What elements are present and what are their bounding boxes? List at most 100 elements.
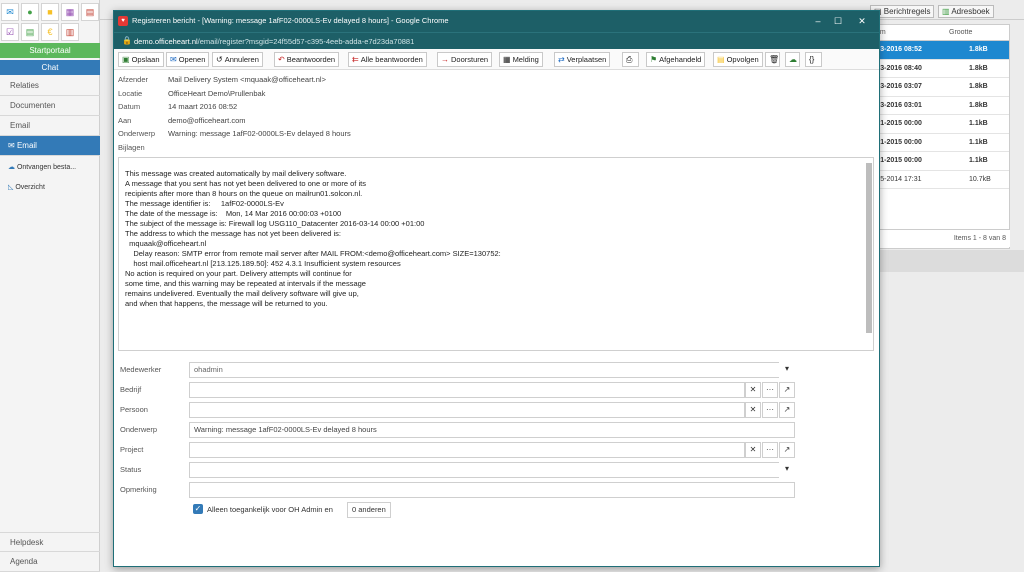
persoon-input[interactable]: [189, 402, 745, 418]
opslaan-button[interactable]: ▣ Opslaan: [118, 52, 164, 67]
clear-icon[interactable]: ✕: [745, 402, 761, 418]
message-body[interactable]: This message was created automatically b…: [118, 157, 874, 351]
more-icon[interactable]: ···: [762, 382, 778, 398]
column-size[interactable]: Grootte: [949, 29, 972, 36]
window-titlebar: ♥ Registreren bericht - [Warning: messag…: [114, 11, 879, 32]
verplaatsen-label: Verplaatsen: [566, 55, 607, 64]
openen-label: Openen: [178, 55, 206, 64]
task-icon[interactable]: ☑: [1, 23, 19, 41]
euro-icon[interactable]: €: [41, 23, 59, 41]
save-icon: ▣: [122, 55, 130, 64]
url-host: demo.officeheart.nl: [134, 37, 198, 46]
onderwerp-label: Onderwerp: [120, 425, 158, 434]
move-icon: ⇄: [558, 55, 565, 64]
nav-ontvangen[interactable]: ☁ Ontvangen besta...: [0, 158, 100, 178]
cloud-upload-button[interactable]: ☁: [785, 52, 800, 67]
afgehandeld-button[interactable]: ⚑ Afgehandeld: [646, 52, 706, 67]
forward-icon: →: [441, 55, 449, 64]
open-external-icon[interactable]: ↗: [779, 442, 795, 458]
chevron-down-icon[interactable]: ▾: [779, 462, 795, 478]
medewerker-select[interactable]: ohadmin: [189, 362, 795, 378]
nav-overzicht[interactable]: ◺ Overzicht: [0, 178, 100, 198]
clipboard-icon: ▤: [717, 55, 725, 64]
note-icon[interactable]: ■: [41, 3, 59, 21]
body-line: Delay reason: SMTP error from remote mai…: [125, 249, 501, 258]
header-aan: Aan demo@officeheart.com: [118, 114, 518, 128]
open-external-icon[interactable]: ↗: [779, 402, 795, 418]
table-row[interactable]: -03-2016 03:07 1.8kB: [871, 78, 1009, 97]
nav-email-section[interactable]: Email: [0, 116, 100, 136]
anderen-button[interactable]: 0 anderen: [347, 502, 391, 518]
nav-agenda[interactable]: Agenda: [0, 552, 100, 572]
table-row[interactable]: -01-2015 00:00 1.1kB: [871, 152, 1009, 171]
more-icon[interactable]: ···: [762, 402, 778, 418]
message-scrollbar[interactable]: [866, 163, 872, 333]
close-icon[interactable]: ✕: [854, 15, 870, 28]
header-value: demo@officeheart.com: [168, 115, 246, 125]
adresboek-button[interactable]: ▥ Adresboek: [938, 5, 994, 18]
url-text[interactable]: demo.officeheart.nl/email/register?msgid…: [134, 37, 414, 46]
more-icon[interactable]: ···: [762, 442, 778, 458]
project-input[interactable]: [189, 442, 745, 458]
nav-email-active[interactable]: ✉ Email: [0, 136, 100, 156]
body-line: recipients after more than 8 hours on th…: [125, 189, 363, 198]
body-line: The subject of the message is: Firewall …: [125, 219, 425, 228]
row-size: 1.8kB: [969, 46, 988, 53]
background-panel: [870, 250, 1024, 272]
nav-helpdesk[interactable]: Helpdesk: [0, 532, 100, 552]
clear-icon[interactable]: ✕: [745, 442, 761, 458]
beantwoorden-button[interactable]: ↶ Beantwoorden: [274, 52, 340, 67]
table-row[interactable]: -03-2016 08:40 1.8kB: [871, 60, 1009, 78]
window-title: Registreren bericht - [Warning: message …: [132, 16, 449, 25]
calendar-icon[interactable]: ▦: [61, 3, 79, 21]
address-bar[interactable]: 🔒 demo.officeheart.nl/email/register?msg…: [114, 32, 879, 49]
nav-documenten[interactable]: Documenten: [0, 96, 100, 116]
table-row[interactable]: -05-2014 17:31 10.7kB: [871, 171, 1009, 189]
document-icon[interactable]: ▤: [81, 3, 99, 21]
opmerking-label: Opmerking: [120, 485, 157, 494]
row-date: -03-2016 03:01: [874, 101, 922, 109]
body-line: some time, and this warning may be repea…: [125, 279, 366, 288]
melding-button[interactable]: ▦ Melding: [499, 52, 543, 67]
table-row[interactable]: -03-2016 03:01 1.8kB: [871, 97, 1009, 115]
openen-button[interactable]: ✉ Openen: [166, 52, 210, 67]
code-button[interactable]: {}: [805, 52, 822, 67]
doorsturen-button[interactable]: → Doorsturen: [437, 52, 493, 67]
maximize-icon[interactable]: ☐: [830, 15, 846, 28]
lock-icon: 🔒: [122, 36, 132, 45]
print-button[interactable]: ⎙: [622, 52, 639, 67]
alle-beantwoorden-button[interactable]: ⇇ Alle beantwoorden: [348, 52, 427, 67]
delete-button[interactable]: 🗑: [765, 52, 780, 67]
header-value: OfficeHeart Demo\Prullenbak: [168, 88, 266, 98]
nav-relaties[interactable]: Relaties: [0, 76, 100, 96]
opmerking-input[interactable]: [189, 482, 795, 498]
chat-icon[interactable]: ●: [21, 3, 39, 21]
table-row[interactable]: -01-2015 00:00 1.1kB: [871, 115, 1009, 134]
annuleren-button[interactable]: ↺ Annuleren: [212, 52, 263, 67]
trash-icon: 🗑: [769, 55, 780, 64]
header-label: Locatie: [118, 88, 143, 98]
open-external-icon[interactable]: ↗: [779, 382, 795, 398]
startportaal-button[interactable]: Startportaal: [0, 43, 100, 58]
nav-email-label: Email: [16, 141, 37, 150]
header-label: Afzender: [118, 75, 149, 84]
clear-icon[interactable]: ✕: [745, 382, 761, 398]
opmerking-row: Opmerking: [118, 482, 808, 498]
bedrijf-input[interactable]: [189, 382, 745, 398]
body-line: This message was created automatically b…: [125, 169, 347, 178]
chevron-down-icon[interactable]: ▾: [779, 362, 795, 378]
onderwerp-input[interactable]: Warning: message 1afF02-0000LS-Ev delaye…: [189, 422, 795, 438]
chat-button[interactable]: Chat: [0, 60, 100, 75]
minimize-icon[interactable]: –: [810, 15, 826, 28]
table-row[interactable]: -01-2015 00:00 1.1kB: [871, 134, 1009, 152]
building-icon[interactable]: ▥: [61, 23, 79, 41]
status-select[interactable]: [189, 462, 795, 478]
app-sidebar: ✉ ● ■ ▦ ▤ ☑ ▤ € ▥ Startportaal Chat Rela…: [0, 0, 100, 572]
table-row[interactable]: -03-2016 08:52 1.8kB: [871, 41, 1009, 60]
list-icon[interactable]: ▤: [21, 23, 39, 41]
mail-icon[interactable]: ✉: [1, 3, 19, 21]
access-checkbox[interactable]: ✓: [193, 504, 203, 514]
verplaatsen-button[interactable]: ⇄ Verplaatsen: [554, 52, 611, 67]
bedrijf-label: Bedrijf: [120, 385, 142, 394]
opvolgen-button[interactable]: ▤ Opvolgen: [713, 52, 763, 67]
